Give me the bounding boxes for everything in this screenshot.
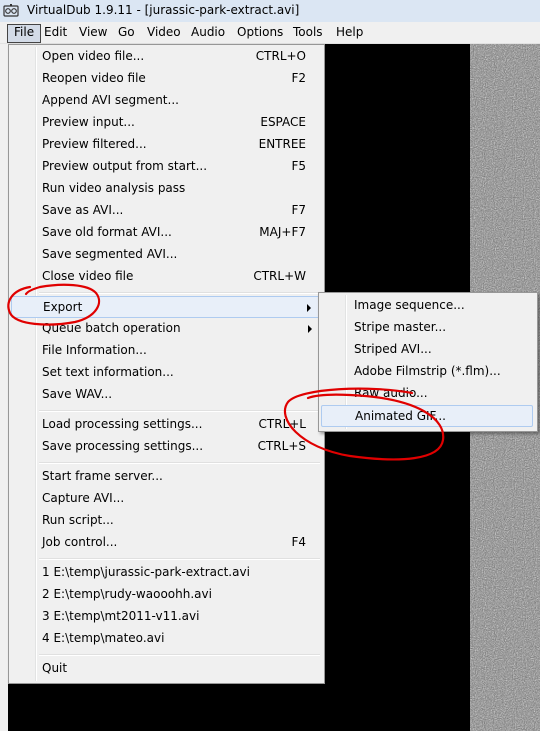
- menu-video[interactable]: Video: [141, 24, 187, 41]
- menu-go[interactable]: Go: [112, 24, 141, 41]
- menu-item-image-sequence[interactable]: Image sequence...: [321, 295, 533, 317]
- menu-edit[interactable]: Edit: [38, 24, 73, 41]
- menu-item-striped-avi[interactable]: Striped AVI...: [321, 339, 533, 361]
- menu-item-save-as-avi[interactable]: Save as AVI... F7: [11, 200, 320, 222]
- menu-item-save-processing-settings[interactable]: Save processing settings... CTRL+S: [11, 436, 320, 458]
- menu-bar: File Edit View Go Video Audio Options To…: [0, 22, 540, 44]
- menu-item-raw-audio[interactable]: Raw audio...: [321, 383, 533, 405]
- menu-item-load-processing-settings[interactable]: Load processing settings... CTRL+L: [11, 414, 320, 436]
- menu-item-save-segmented-avi[interactable]: Save segmented AVI...: [11, 244, 320, 266]
- menu-item-export[interactable]: Export: [11, 296, 320, 318]
- menu-item-adobe-filmstrip[interactable]: Adobe Filmstrip (*.flm)...: [321, 361, 533, 383]
- menu-item-recent-file-2[interactable]: 2 E:\temp\rudy-waooohh.avi: [11, 584, 320, 606]
- menu-item-recent-file-4[interactable]: 4 E:\temp\mateo.avi: [11, 628, 320, 650]
- menu-item-run-script[interactable]: Run script...: [11, 510, 320, 532]
- menu-options[interactable]: Options: [231, 24, 289, 41]
- menu-item-recent-file-3[interactable]: 3 E:\temp\mt2011-v11.avi: [11, 606, 320, 628]
- menu-item-preview-output-from-start[interactable]: Preview output from start... F5: [11, 156, 320, 178]
- menu-item-run-video-analysis-pass[interactable]: Run video analysis pass: [11, 178, 320, 200]
- menu-item-start-frame-server[interactable]: Start frame server...: [11, 466, 320, 488]
- menu-item-file-information[interactable]: File Information...: [11, 340, 320, 362]
- menu-item-preview-input[interactable]: Preview input... ESPACE: [11, 112, 320, 134]
- menu-item-job-control[interactable]: Job control... F4: [11, 532, 320, 554]
- submenu-arrow-icon: [307, 304, 311, 312]
- file-menu: Open video file... CTRL+O Reopen video f…: [8, 44, 325, 684]
- title-bar: VirtualDub 1.9.11 - [jurassic-park-extra…: [0, 0, 540, 22]
- menu-separator: [39, 410, 320, 412]
- window-left-edge: [0, 44, 8, 731]
- menu-item-animated-gif[interactable]: Animated GIF...: [321, 405, 533, 427]
- window-title: VirtualDub 1.9.11 - [jurassic-park-extra…: [27, 3, 300, 17]
- menu-separator: [39, 462, 320, 464]
- menu-item-append-avi-segment[interactable]: Append AVI segment...: [11, 90, 320, 112]
- menu-item-preview-filtered[interactable]: Preview filtered... ENTREE: [11, 134, 320, 156]
- menu-file[interactable]: File: [7, 24, 42, 43]
- menu-view[interactable]: View: [73, 24, 113, 41]
- menu-item-save-wav[interactable]: Save WAV...: [11, 384, 320, 406]
- menu-item-recent-file-1[interactable]: 1 E:\temp\jurassic-park-extract.avi: [11, 562, 320, 584]
- menu-item-quit[interactable]: Quit: [11, 658, 320, 680]
- menu-separator: [39, 654, 320, 656]
- menu-item-open-video-file[interactable]: Open video file... CTRL+O: [11, 46, 320, 68]
- menu-separator: [39, 558, 320, 560]
- menu-audio[interactable]: Audio: [185, 24, 231, 41]
- menu-tools[interactable]: Tools: [287, 24, 329, 41]
- menu-item-capture-avi[interactable]: Capture AVI...: [11, 488, 320, 510]
- menu-help[interactable]: Help: [330, 24, 369, 41]
- menu-item-save-old-format-avi[interactable]: Save old format AVI... MAJ+F7: [11, 222, 320, 244]
- submenu-arrow-icon: [308, 325, 312, 333]
- export-submenu: Image sequence... Stripe master... Strip…: [318, 292, 538, 432]
- virtualdub-app-icon[interactable]: [3, 3, 19, 19]
- menu-item-close-video-file[interactable]: Close video file CTRL+W: [11, 266, 320, 288]
- menu-item-set-text-information[interactable]: Set text information...: [11, 362, 320, 384]
- menu-item-stripe-master[interactable]: Stripe master...: [321, 317, 533, 339]
- menu-separator: [39, 292, 320, 294]
- menu-item-reopen-video-file[interactable]: Reopen video file F2: [11, 68, 320, 90]
- menu-item-queue-batch-operation[interactable]: Queue batch operation: [11, 318, 320, 340]
